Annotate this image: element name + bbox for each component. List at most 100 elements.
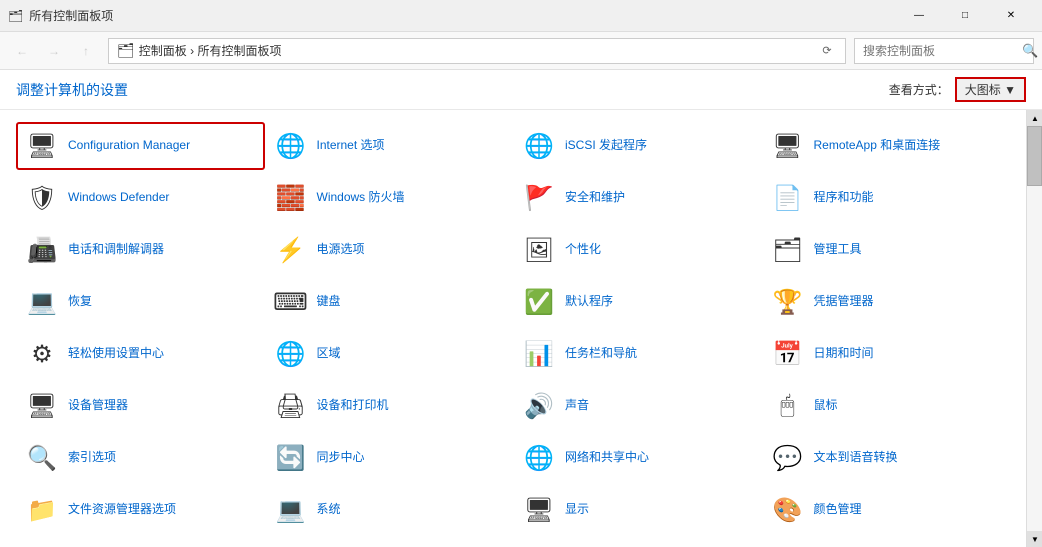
close-button[interactable]: ✕: [988, 0, 1034, 32]
grid-item-tools[interactable]: 🗂 管理工具: [762, 226, 1011, 274]
grid-item-file-explorer[interactable]: 📁 文件资源管理器选项: [16, 486, 265, 534]
grid-item-speech-recog[interactable]: 💬文本到语音转换: [762, 434, 1011, 482]
remoteapp-label: RemoteApp 和桌面连接: [814, 138, 941, 154]
keyboard-icon: ⌨: [273, 284, 309, 320]
grid-item-sync[interactable]: 🔄同步中心: [265, 434, 514, 482]
page-title[interactable]: 调整计算机的设置: [16, 80, 128, 100]
grid-item-taskbar[interactable]: 📊任务栏和导航: [513, 330, 762, 378]
view-controls: 查看方式： 大图标 ▼: [889, 77, 1026, 102]
speech-recog-icon: 💬: [770, 440, 806, 476]
header-row: 调整计算机的设置 查看方式： 大图标 ▼: [0, 70, 1042, 110]
scroll-track[interactable]: [1027, 126, 1042, 531]
iscsi-label: iSCSI 发起程序: [565, 138, 647, 154]
tools-icon: 🗂: [770, 232, 806, 268]
grid-item-devices-printers[interactable]: 🖨设备和打印机: [265, 382, 514, 430]
grid-item-internet-options[interactable]: 🌐Internet 选项: [265, 122, 514, 170]
grid-item-ease[interactable]: ⚙轻松使用设置中心: [16, 330, 265, 378]
device-manager-icon: 🖥: [24, 388, 60, 424]
items-grid: 🖥Configuration Manager🌐Internet 选项🌐iSCSI…: [0, 110, 1026, 547]
keyboard-label: 键盘: [317, 294, 341, 310]
tools-label: 管理工具: [814, 242, 862, 258]
grid-item-index[interactable]: 🔍索引选项: [16, 434, 265, 482]
grid-item-recovery[interactable]: 💻恢复: [16, 278, 265, 326]
grid-item-iscsi[interactable]: 🌐iSCSI 发起程序: [513, 122, 762, 170]
scroll-down-button[interactable]: ▼: [1027, 531, 1042, 547]
minimize-button[interactable]: —: [896, 0, 942, 32]
grid-item-sound[interactable]: 🔊 声音: [513, 382, 762, 430]
default-programs-label: 默认程序: [565, 294, 613, 310]
grid-item-trouble[interactable]: 🛠疑难解答: [16, 538, 265, 547]
grid-item-region[interactable]: 🌐 区域: [265, 330, 514, 378]
refresh-icon[interactable]: ⟳: [817, 41, 837, 61]
grid-item-defender[interactable]: 🛡Windows Defender: [16, 174, 265, 222]
grid-item-system[interactable]: 💻系统: [265, 486, 514, 534]
security-icon: 🚩: [521, 180, 557, 216]
view-button[interactable]: 大图标 ▼: [955, 77, 1026, 102]
color-label: 颜色管理: [814, 502, 862, 518]
grid-item-credential[interactable]: 🏆 凭据管理器: [762, 278, 1011, 326]
grid-item-speech[interactable]: 🎤语音识别: [762, 538, 1011, 547]
region-icon: 🌐: [273, 336, 309, 372]
network-label: 网络和共享中心: [565, 450, 649, 466]
grid-item-programs[interactable]: 📄 程序和功能: [762, 174, 1011, 222]
firewall-icon: 🧱: [273, 180, 309, 216]
grid-item-datetime[interactable]: 📅日期和时间: [762, 330, 1011, 378]
titlebar-controls: — □ ✕: [896, 0, 1034, 32]
grid-item-power[interactable]: ⚡ 电源选项: [265, 226, 514, 274]
grid-item-keyboard[interactable]: ⌨ 键盘: [265, 278, 514, 326]
grid-item-personalize[interactable]: 🖼 个性化: [513, 226, 762, 274]
up-button[interactable]: ↑: [72, 37, 100, 65]
color-icon: 🎨: [770, 492, 806, 528]
search-bar[interactable]: 🔍: [854, 38, 1034, 64]
grid-item-default-programs[interactable]: ✅默认程序: [513, 278, 762, 326]
region-label: 区域: [317, 346, 341, 362]
credential-icon: 🏆: [770, 284, 806, 320]
personalize-icon: 🖼: [521, 232, 557, 268]
titlebar-left: 🗂 所有控制面板项: [8, 7, 113, 24]
credential-label: 凭据管理器: [814, 294, 874, 310]
scrollbar: ▲ ▼: [1026, 110, 1042, 547]
grid-item-remoteapp[interactable]: 🖥 RemoteApp 和桌面连接: [762, 122, 1011, 170]
remoteapp-icon: 🖥: [770, 128, 806, 164]
scroll-up-button[interactable]: ▲: [1027, 110, 1042, 126]
grid-item-phone[interactable]: 📠电话和调制解调器: [16, 226, 265, 274]
back-button[interactable]: ←: [8, 37, 36, 65]
index-icon: 🔍: [24, 440, 60, 476]
programs-label: 程序和功能: [814, 190, 874, 206]
grid-columns: 🖥Configuration Manager🌐Internet 选项🌐iSCSI…: [16, 122, 1010, 547]
sound-icon: 🔊: [521, 388, 557, 424]
grid-item-network[interactable]: 🌐网络和共享中心: [513, 434, 762, 482]
programs-icon: 📄: [770, 180, 806, 216]
sound-label: 声音: [565, 398, 589, 414]
grid-item-color[interactable]: 🎨 颜色管理: [762, 486, 1011, 534]
search-input[interactable]: [863, 44, 1018, 58]
display-icon: 🖥: [521, 492, 557, 528]
grid-item-security[interactable]: 🚩 安全和维护: [513, 174, 762, 222]
personalize-label: 个性化: [565, 242, 601, 258]
maximize-button[interactable]: □: [942, 0, 988, 32]
power-icon: ⚡: [273, 232, 309, 268]
file-explorer-icon: 📁: [24, 492, 60, 528]
grid-item-mouse[interactable]: 🖱鼠标: [762, 382, 1011, 430]
config-manager-icon: 🖥: [24, 128, 60, 164]
phone-label: 电话和调制解调器: [68, 242, 164, 258]
grid-item-firewall[interactable]: 🧱 Windows 防火墙: [265, 174, 514, 222]
datetime-icon: 📅: [770, 336, 806, 372]
address-bar[interactable]: 🗂 控制面板 › 所有控制面板项 ⟳: [108, 38, 846, 64]
grid-item-user-accounts[interactable]: 👤用户帐户: [265, 538, 514, 547]
security-label: 安全和维护: [565, 190, 625, 206]
recovery-label: 恢复: [68, 294, 92, 310]
titlebar-title: 所有控制面板项: [29, 7, 113, 24]
forward-button[interactable]: →: [40, 37, 68, 65]
defender-icon: 🛡: [24, 180, 60, 216]
power-label: 电源选项: [317, 242, 365, 258]
system-icon: 💻: [273, 492, 309, 528]
titlebar-icon: 🗂: [8, 9, 23, 23]
grid-item-config-manager[interactable]: 🖥Configuration Manager: [16, 122, 265, 170]
firewall-label: Windows 防火墙: [317, 190, 405, 206]
grid-item-display[interactable]: 🖥显示: [513, 486, 762, 534]
mouse-icon: 🖱: [770, 388, 806, 424]
grid-item-device-manager[interactable]: 🖥设备管理器: [16, 382, 265, 430]
grid-item-language[interactable]: 🔤语言: [513, 538, 762, 547]
file-explorer-label: 文件资源管理器选项: [68, 502, 176, 518]
